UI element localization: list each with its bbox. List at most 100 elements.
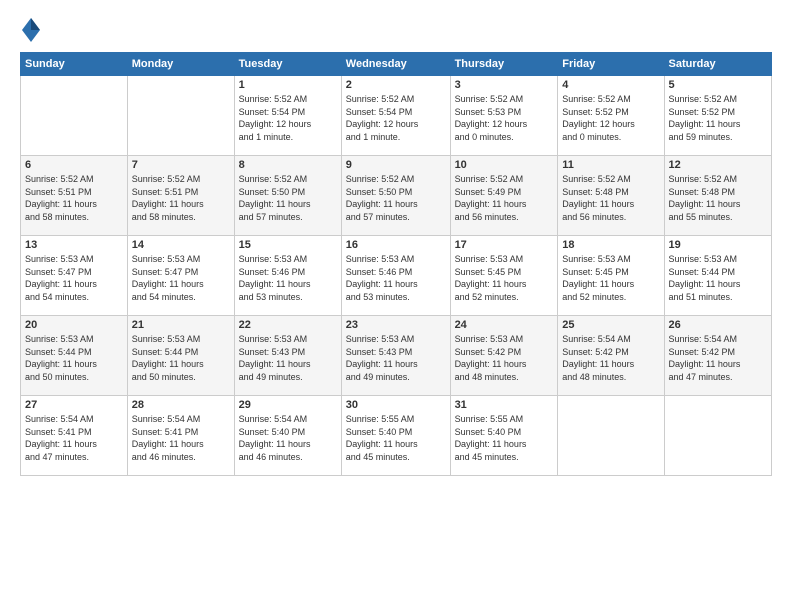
- day-number: 24: [455, 319, 554, 331]
- logo-icon: [20, 16, 42, 44]
- day-info: Sunrise: 5:54 AMSunset: 5:42 PMDaylight:…: [562, 333, 659, 383]
- day-number: 17: [455, 239, 554, 251]
- day-cell: 11 Sunrise: 5:52 AMSunset: 5:48 PMDayligh…: [558, 156, 664, 236]
- calendar-header: SundayMondayTuesdayWednesdayThursdayFrid…: [21, 53, 772, 76]
- day-number: 5: [669, 79, 767, 91]
- day-info: Sunrise: 5:53 AMSunset: 5:46 PMDaylight:…: [346, 253, 446, 303]
- day-cell: 22 Sunrise: 5:53 AMSunset: 5:43 PMDayligh…: [234, 316, 341, 396]
- day-number: 29: [239, 399, 337, 411]
- col-header-tuesday: Tuesday: [234, 53, 341, 76]
- day-number: 23: [346, 319, 446, 331]
- col-header-saturday: Saturday: [664, 53, 771, 76]
- day-number: 27: [25, 399, 123, 411]
- day-number: 28: [132, 399, 230, 411]
- day-info: Sunrise: 5:53 AMSunset: 5:43 PMDaylight:…: [346, 333, 446, 383]
- col-header-monday: Monday: [127, 53, 234, 76]
- day-number: 1: [239, 79, 337, 91]
- day-number: 25: [562, 319, 659, 331]
- day-cell: [664, 396, 771, 476]
- day-cell: 21 Sunrise: 5:53 AMSunset: 5:44 PMDayligh…: [127, 316, 234, 396]
- day-number: 6: [25, 159, 123, 171]
- day-cell: 20 Sunrise: 5:53 AMSunset: 5:44 PMDayligh…: [21, 316, 128, 396]
- day-cell: 3Sunrise: 5:52 AMSunset: 5:53 PMDaylight…: [450, 76, 558, 156]
- day-info: Sunrise: 5:52 AMSunset: 5:51 PMDaylight:…: [132, 173, 230, 223]
- day-cell: 25 Sunrise: 5:54 AMSunset: 5:42 PMDayligh…: [558, 316, 664, 396]
- week-row-2: 6 Sunrise: 5:52 AMSunset: 5:51 PMDaylight…: [21, 156, 772, 236]
- day-number: 16: [346, 239, 446, 251]
- day-info: Sunrise: 5:53 AMSunset: 5:47 PMDaylight:…: [132, 253, 230, 303]
- day-number: 19: [669, 239, 767, 251]
- day-info: Sunrise: 5:52 AMSunset: 5:48 PMDaylight:…: [562, 173, 659, 223]
- day-info: Sunrise: 5:54 AMSunset: 5:41 PMDaylight:…: [132, 413, 230, 463]
- day-cell: 28 Sunrise: 5:54 AMSunset: 5:41 PMDayligh…: [127, 396, 234, 476]
- day-cell: 26 Sunrise: 5:54 AMSunset: 5:42 PMDayligh…: [664, 316, 771, 396]
- header: [20, 16, 772, 44]
- day-cell: 13 Sunrise: 5:53 AMSunset: 5:47 PMDayligh…: [21, 236, 128, 316]
- day-cell: [558, 396, 664, 476]
- day-info: Sunrise: 5:54 AMSunset: 5:40 PMDaylight:…: [239, 413, 337, 463]
- day-info: Sunrise: 5:52 AMSunset: 5:50 PMDaylight:…: [239, 173, 337, 223]
- day-info: Sunrise: 5:52 AMSunset: 5:53 PMDaylight:…: [455, 93, 554, 143]
- day-cell: 4 Sunrise: 5:52 AMSunset: 5:52 PMDaylight…: [558, 76, 664, 156]
- day-cell: 15 Sunrise: 5:53 AMSunset: 5:46 PMDayligh…: [234, 236, 341, 316]
- day-number: 30: [346, 399, 446, 411]
- day-cell: 18 Sunrise: 5:53 AMSunset: 5:45 PMDayligh…: [558, 236, 664, 316]
- day-cell: 31 Sunrise: 5:55 AMSunset: 5:40 PMDayligh…: [450, 396, 558, 476]
- day-number: 9: [346, 159, 446, 171]
- header-row: SundayMondayTuesdayWednesdayThursdayFrid…: [21, 53, 772, 76]
- day-info: Sunrise: 5:52 AMSunset: 5:51 PMDaylight:…: [25, 173, 123, 223]
- day-info: Sunrise: 5:53 AMSunset: 5:45 PMDaylight:…: [562, 253, 659, 303]
- day-number: 13: [25, 239, 123, 251]
- day-cell: 27 Sunrise: 5:54 AMSunset: 5:41 PMDayligh…: [21, 396, 128, 476]
- day-cell: 17 Sunrise: 5:53 AMSunset: 5:45 PMDayligh…: [450, 236, 558, 316]
- day-cell: [127, 76, 234, 156]
- day-info: Sunrise: 5:53 AMSunset: 5:46 PMDaylight:…: [239, 253, 337, 303]
- day-info: Sunrise: 5:53 AMSunset: 5:44 PMDaylight:…: [132, 333, 230, 383]
- day-number: 4: [562, 79, 659, 91]
- day-info: Sunrise: 5:53 AMSunset: 5:44 PMDaylight:…: [669, 253, 767, 303]
- day-info: Sunrise: 5:54 AMSunset: 5:42 PMDaylight:…: [669, 333, 767, 383]
- calendar-body: 1 Sunrise: 5:52 AMSunset: 5:54 PMDaylight…: [21, 76, 772, 476]
- day-cell: 5 Sunrise: 5:52 AMSunset: 5:52 PMDaylight…: [664, 76, 771, 156]
- day-number: 2: [346, 79, 446, 91]
- logo: [20, 16, 46, 44]
- day-cell: 9 Sunrise: 5:52 AMSunset: 5:50 PMDaylight…: [341, 156, 450, 236]
- col-header-thursday: Thursday: [450, 53, 558, 76]
- day-cell: 12 Sunrise: 5:52 AMSunset: 5:48 PMDayligh…: [664, 156, 771, 236]
- day-number: 7: [132, 159, 230, 171]
- day-info: Sunrise: 5:55 AMSunset: 5:40 PMDaylight:…: [455, 413, 554, 463]
- day-number: 21: [132, 319, 230, 331]
- day-number: 31: [455, 399, 554, 411]
- day-info: Sunrise: 5:53 AMSunset: 5:43 PMDaylight:…: [239, 333, 337, 383]
- day-number: 15: [239, 239, 337, 251]
- day-number: 8: [239, 159, 337, 171]
- day-info: Sunrise: 5:52 AMSunset: 5:52 PMDaylight:…: [669, 93, 767, 143]
- day-number: 18: [562, 239, 659, 251]
- day-number: 11: [562, 159, 659, 171]
- day-info: Sunrise: 5:53 AMSunset: 5:44 PMDaylight:…: [25, 333, 123, 383]
- day-number: 12: [669, 159, 767, 171]
- day-info: Sunrise: 5:52 AMSunset: 5:48 PMDaylight:…: [669, 173, 767, 223]
- day-info: Sunrise: 5:52 AMSunset: 5:54 PMDaylight:…: [346, 93, 446, 143]
- day-cell: 8 Sunrise: 5:52 AMSunset: 5:50 PMDaylight…: [234, 156, 341, 236]
- day-info: Sunrise: 5:54 AMSunset: 5:41 PMDaylight:…: [25, 413, 123, 463]
- page: SundayMondayTuesdayWednesdayThursdayFrid…: [0, 0, 792, 612]
- col-header-friday: Friday: [558, 53, 664, 76]
- day-info: Sunrise: 5:53 AMSunset: 5:47 PMDaylight:…: [25, 253, 123, 303]
- day-cell: 29 Sunrise: 5:54 AMSunset: 5:40 PMDayligh…: [234, 396, 341, 476]
- day-info: Sunrise: 5:53 AMSunset: 5:45 PMDaylight:…: [455, 253, 554, 303]
- day-number: 26: [669, 319, 767, 331]
- day-cell: 30Sunrise: 5:55 AMSunset: 5:40 PMDayligh…: [341, 396, 450, 476]
- day-info: Sunrise: 5:52 AMSunset: 5:49 PMDaylight:…: [455, 173, 554, 223]
- day-cell: 10Sunrise: 5:52 AMSunset: 5:49 PMDayligh…: [450, 156, 558, 236]
- day-info: Sunrise: 5:52 AMSunset: 5:54 PMDaylight:…: [239, 93, 337, 143]
- day-info: Sunrise: 5:52 AMSunset: 5:50 PMDaylight:…: [346, 173, 446, 223]
- week-row-3: 13 Sunrise: 5:53 AMSunset: 5:47 PMDayligh…: [21, 236, 772, 316]
- day-number: 14: [132, 239, 230, 251]
- day-cell: [21, 76, 128, 156]
- day-cell: 23 Sunrise: 5:53 AMSunset: 5:43 PMDayligh…: [341, 316, 450, 396]
- day-number: 22: [239, 319, 337, 331]
- day-info: Sunrise: 5:52 AMSunset: 5:52 PMDaylight:…: [562, 93, 659, 143]
- week-row-5: 27 Sunrise: 5:54 AMSunset: 5:41 PMDayligh…: [21, 396, 772, 476]
- day-number: 20: [25, 319, 123, 331]
